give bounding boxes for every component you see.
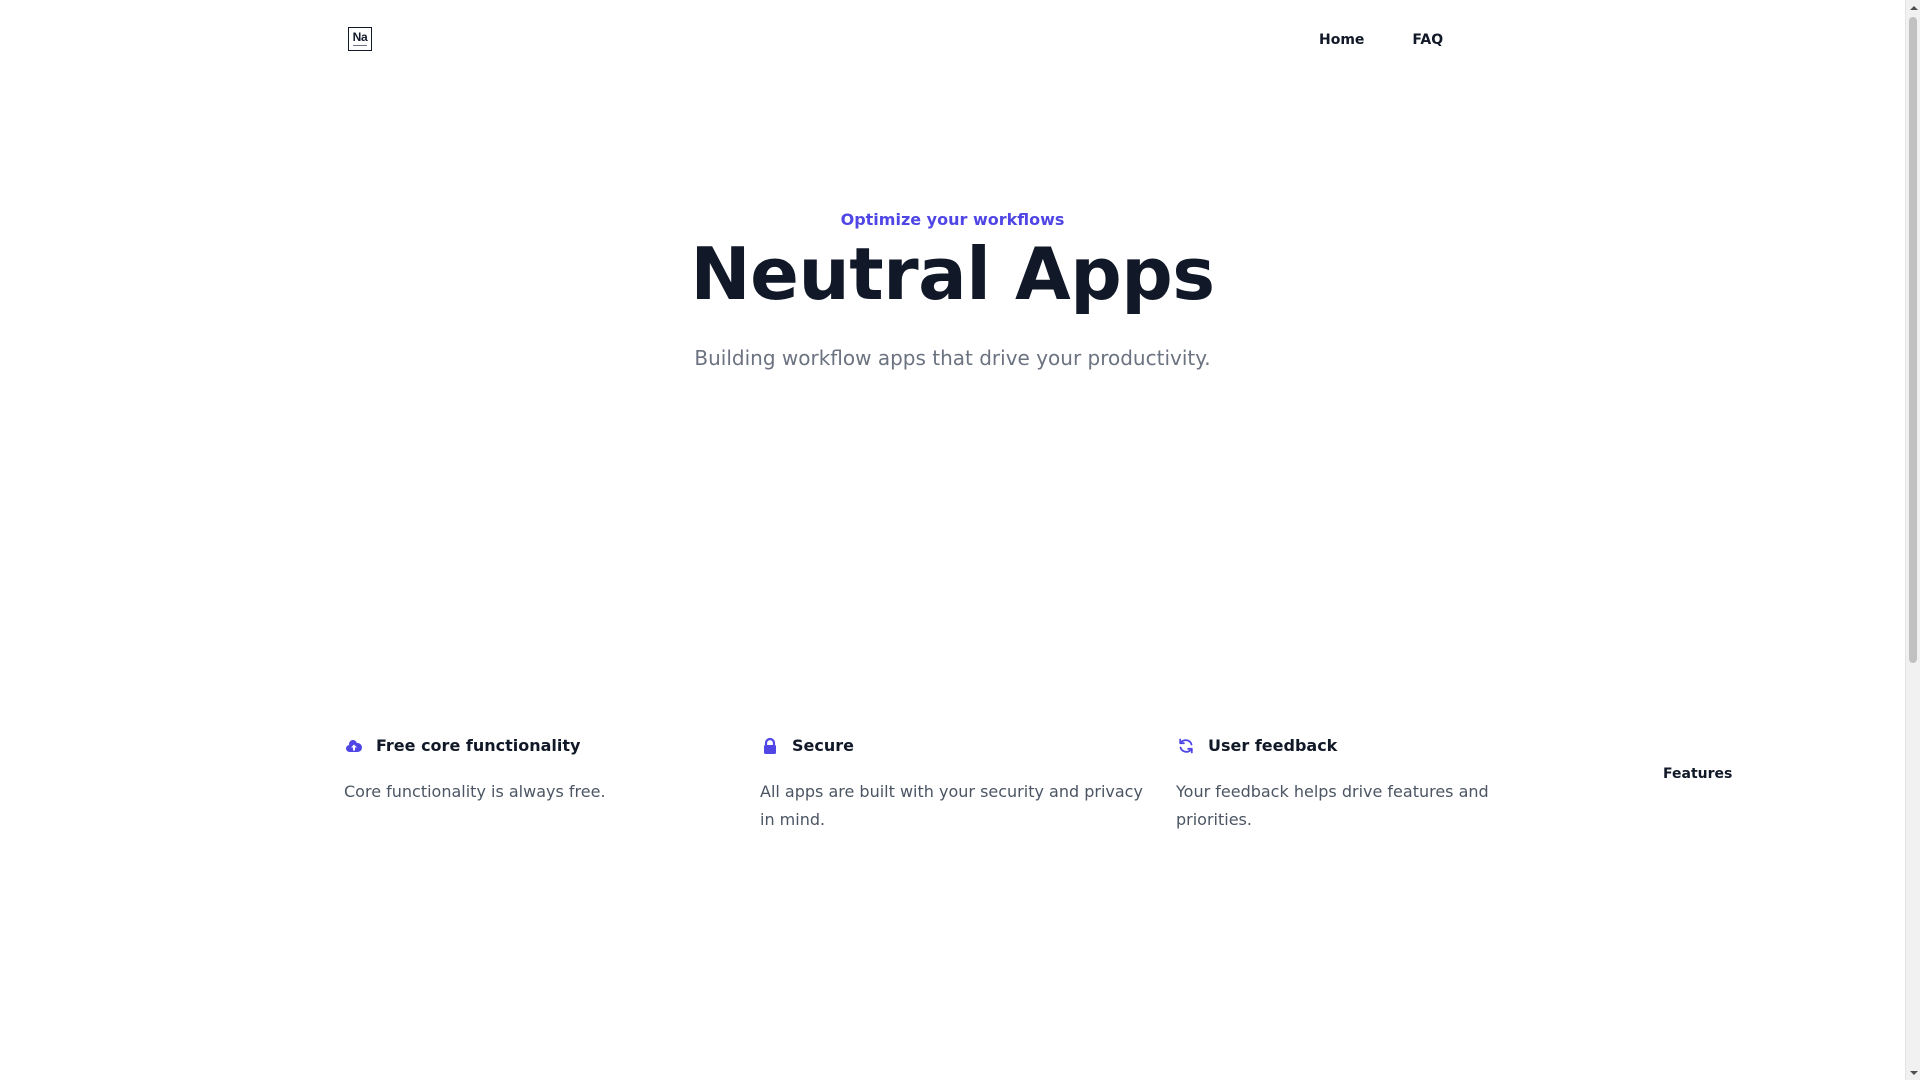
feature-title: Secure xyxy=(792,736,854,755)
hero-title: Neutral Apps xyxy=(690,232,1215,316)
feature-item-free-core: Free core functionality Core functionali… xyxy=(344,734,760,834)
feature-description: Your feedback helps drive features and p… xyxy=(1176,782,1489,829)
feature-item-secure: Secure All apps are built with your secu… xyxy=(760,734,1176,834)
logo-underline xyxy=(353,45,367,46)
hero-eyebrow: Optimize your workflows xyxy=(840,210,1065,229)
nav-link-faq[interactable]: FAQ xyxy=(1412,30,1443,50)
logo[interactable]: Na xyxy=(348,27,372,51)
page-content: Na Home Features FAQ Optimize your workf… xyxy=(0,0,1905,1080)
scroll-up-icon[interactable] xyxy=(1906,0,1920,15)
features-section: Free core functionality Core functionali… xyxy=(344,734,1592,834)
lock-icon xyxy=(760,736,780,756)
vertical-scrollbar[interactable] xyxy=(1905,0,1920,1080)
hero-section: Optimize your workflows Neutral Apps Bui… xyxy=(0,208,1905,372)
hero-subtitle: Building workflow apps that drive your p… xyxy=(694,346,1211,370)
browser-viewport: Na Home Features FAQ Optimize your workf… xyxy=(0,0,1920,1080)
feature-description: All apps are built with your security an… xyxy=(760,782,1143,829)
nav-link-features[interactable]: Features xyxy=(1663,764,1920,784)
scroll-down-icon[interactable] xyxy=(1906,1065,1920,1080)
feature-header: User feedback xyxy=(1176,734,1568,758)
feature-header: Secure xyxy=(760,734,1152,758)
nav-links: Home Features FAQ xyxy=(1319,30,1732,782)
nav-link-home[interactable]: Home xyxy=(1319,30,1364,50)
feature-title: User feedback xyxy=(1208,736,1338,755)
logo-text: Na xyxy=(352,30,368,44)
scrollbar-thumb[interactable] xyxy=(1909,17,1917,663)
top-navigation: Na Home Features FAQ xyxy=(0,0,1905,782)
feature-title: Free core functionality xyxy=(376,736,581,755)
feature-description: Core functionality is always free. xyxy=(344,782,606,801)
cloud-upload-icon xyxy=(344,736,364,756)
feature-header: Free core functionality xyxy=(344,734,736,758)
refresh-icon xyxy=(1176,736,1196,756)
feature-item-user-feedback: User feedback Your feedback helps drive … xyxy=(1176,734,1592,834)
